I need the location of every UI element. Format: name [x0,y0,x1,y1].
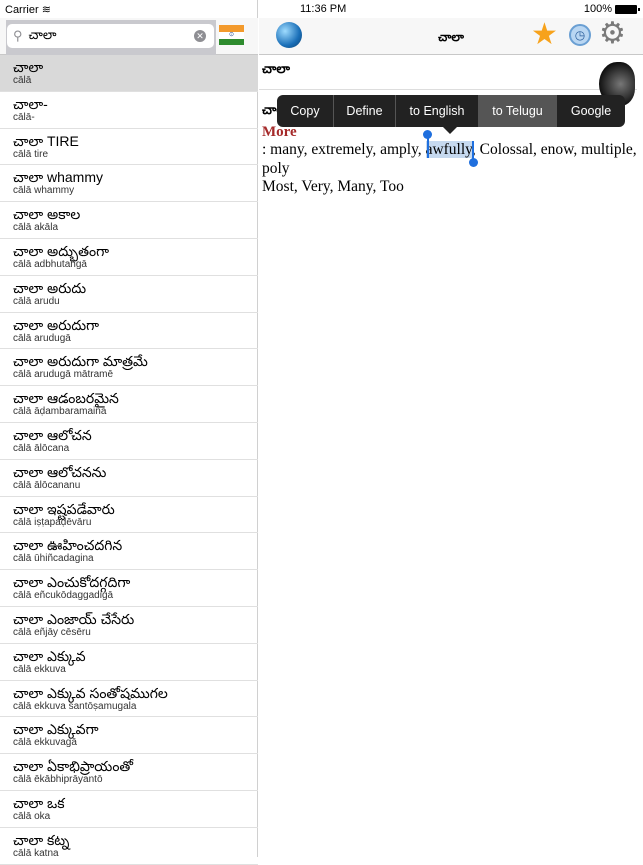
transliteration: cālā tire [13,148,49,160]
list-item[interactable]: చాలా ఎంచుకోదగ్గదిగా cālā eñcukōdaggadigā [0,570,258,607]
telugu-word: చాలా అరుదుగా మాత్రమే [13,353,148,370]
telugu-word: చాలా whammy [13,169,103,186]
favorite-star-icon[interactable]: ★ [531,20,558,50]
list-item[interactable]: చాలా ఇష్టపడేవారు cālā iṣṭapaḍēvāru [0,497,258,534]
list-item[interactable]: చాలా ఎక్కువగా cālā ekkuvagā [0,717,258,755]
navigation-bar: చాలా ★ ◷ ⚙ [259,18,643,55]
list-item[interactable]: చాలా అకాల cālā akāla [0,202,258,239]
transliteration: cālā ālōcananu [13,479,81,491]
list-item[interactable]: చాలా అరుదుగా cālā arudugā [0,313,258,350]
telugu-word: చాలా ఆలోచనను [13,463,107,480]
telugu-word: చాలా అరుదుగా [13,316,99,333]
menu-item-define[interactable]: Define [334,95,396,127]
definition-line2: Most, Very, Many, Too [262,178,404,195]
transliteration: cālā arudu [13,295,60,307]
telugu-word: చాలా ఎక్కువగా [13,721,99,738]
list-item[interactable]: చాలా ఆలోచన cālā ālōcana [0,423,258,460]
transliteration: cālā ekkuva [13,663,66,675]
list-item[interactable]: చాలా cālā [0,55,258,92]
telugu-word: చాలా ఆలోచన [13,426,92,443]
telugu-word: చాలా కట్న [13,831,70,848]
list-item[interactable]: చాలా ఊహించదగిన cālā ūhiñcadagina [0,533,258,571]
transliteration: cālā [13,75,32,86]
transliteration: cālā whammy [13,185,75,197]
time: 11:36 PM [300,3,347,15]
telugu-word: చాలా ఎక్కువ సంతోషముగల [13,684,168,701]
transliteration: cālā ekkuvagā [13,737,77,749]
battery: 100% [584,3,640,15]
selection-start-bar [427,138,429,158]
menu-item-to-english[interactable]: to English [396,95,479,127]
selection-end-handle[interactable] [469,158,478,167]
list-item[interactable]: చాలా whammy cālā whammy [0,165,258,203]
menu-item-copy[interactable]: Copy [277,95,334,127]
history-clock-icon[interactable]: ◷ [569,24,591,46]
telugu-word: చాలా [13,59,44,75]
transliteration: cālā eñcukōdaggadigā [13,590,114,602]
telugu-word: చాలా అద్భుతంగా [13,242,109,259]
telugu-word: చాలా ఒక [13,794,65,811]
transliteration: cālā ekkuva santōṣamugala [13,700,137,712]
list-item[interactable]: చాలా ఏకాభిప్రాయంతో cālā ēkābhiprāyantō [0,754,258,791]
edit-context-menu: Copy Define to English to Telugu Google [277,95,625,134]
telugu-word: చాలా అరుదు [13,279,87,296]
telugu-word: చాలా TIRE [13,132,79,149]
telugu-word: చాలా ఊహించదగిన [13,537,123,554]
telugu-word: చాలా అకాల [13,206,81,223]
transliteration: cālā iṣṭapaḍēvāru [13,516,92,528]
list-item[interactable]: చాలా ఒక cālā oka [0,791,258,828]
search-value: చాలా [28,26,57,42]
list-item[interactable]: చాలా TIRE cālā tire [0,129,258,166]
selected-text[interactable]: awfully [425,141,472,158]
telugu-word: చాలా ఎంచుకోదగ్గదిగా [13,574,131,591]
list-item[interactable]: చాలా అరుదుగా మాత్రమే cālā arudugā mātramē [0,349,258,387]
telugu-word: చాలా ఎక్కువ [13,647,86,664]
telugu-word: చాలా- [13,95,48,112]
transliteration: cālā oka [13,810,51,822]
transliteration: cālā katna [13,847,59,859]
transliteration: cālā arudugā mātramē [13,369,114,381]
transliteration: cālā ālōcana [13,442,70,454]
battery-icon [615,4,640,14]
list-item[interactable]: చాలా- cālā- [0,92,258,129]
telugu-word: చాలా ఇష్టపడేవారు [13,500,115,517]
list-item[interactable]: చాలా ఆడంబరమైన cālā āḍambaramaina [0,386,258,423]
transliteration: cālā āḍambaramaina [13,406,107,418]
definition-text[interactable]: : many, extremely, amply, awfully, Colos… [259,141,643,178]
telugu-word: చాలా ఆడంబరమైన [13,390,119,407]
transliteration: cālā ēkābhiprāyantō [13,774,103,786]
transliteration: cālā- [13,111,35,123]
menu-item-to-telugu[interactable]: to Telugu [479,95,557,127]
list-item[interactable]: చాలా అరుదు cālā arudu [0,276,258,313]
telugu-word: చాలా ఏకాభిప్రాయంతో [13,758,134,775]
transliteration: cālā adbhutaṅgā [13,258,87,270]
clear-icon[interactable]: ✕ [194,30,206,42]
word-list-panel: ⚲ చాలా ✕ ⊙ చాలా cālā చాలా- cālā- చాలా TIRE cā… [0,0,258,865]
transliteration: cālā arudugā [13,332,71,344]
list-item[interactable]: చాలా అద్భుతంగా cālā adbhutaṅgā [0,239,258,276]
word-list: చాలా cālā చాలా- cālā- చాలా TIRE cālā tire చాలా… [0,55,258,865]
headword: చాలా [259,56,637,90]
transliteration: cālā ūhiñcadagina [13,553,94,565]
list-item[interactable]: చాలా కట్న cālā katna [0,828,258,865]
settings-gear-icon[interactable]: ⚙ [599,19,626,49]
transliteration: cālā akāla [13,222,59,234]
india-flag-icon[interactable]: ⊙ [219,25,244,45]
search-input[interactable]: ⚲ చాలా ✕ [7,24,214,48]
list-item[interactable]: చాలా ఎంజాయ్ చేసేరు cālā eñjāy cēsēru [0,607,258,644]
list-item[interactable]: చాలా ఎక్కువ cālā ekkuva [0,644,258,681]
transliteration: cālā eñjāy cēsēru [13,626,91,638]
search-icon: ⚲ [13,28,23,43]
list-item[interactable]: చాలా ఎక్కువ సంతోషముగల cālā ekkuva santōṣa… [0,681,258,718]
telugu-word: చాలా ఎంజాయ్ చేసేరు [13,610,135,627]
menu-item-google[interactable]: Google [557,95,625,127]
list-item[interactable]: చాలా ఆలోచనను cālā ālōcananu [0,460,258,497]
